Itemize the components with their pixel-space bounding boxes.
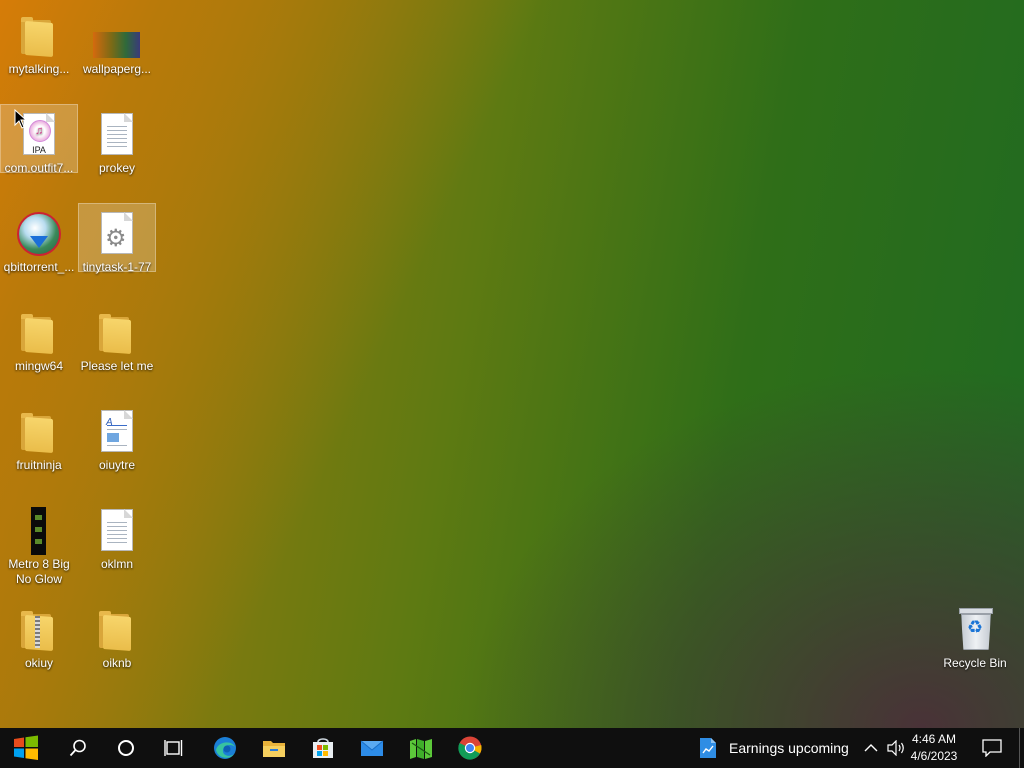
icon-label: fruitninja [16,458,62,472]
desktop-icon-com-outfit7[interactable]: ♫ IPA com.outfit7... [0,104,78,175]
ipa-badge-text: IPA [32,145,46,155]
volume-button[interactable] [883,728,907,768]
installer-icon [15,210,63,258]
desktop-icon-oiuytre[interactable]: A oiuytre [79,402,155,473]
desktop-icon-recycle-bin[interactable]: ♻ Recycle Bin [937,600,1013,671]
taskbar-app-chrome[interactable] [446,728,494,768]
taskbar-app-file-explorer[interactable] [250,728,298,768]
search-button[interactable] [54,728,102,768]
taskbar-app-store[interactable] [299,728,347,768]
icon-label: Recycle Bin [943,656,1007,670]
folder-icon [93,606,141,654]
desktop-icon-qbittorrent[interactable]: qbittorrent_... [1,204,77,275]
speaker-icon [887,740,904,756]
news-widget[interactable]: Earnings upcoming [694,728,854,768]
folder-icon [15,12,63,60]
desktop-icon-prokey[interactable]: prokey [79,105,155,176]
zip-folder-icon [15,606,63,654]
clock-date: 4/6/2023 [910,749,958,763]
desktop-icon-please-let-me[interactable]: ​Please let me [79,303,155,374]
icon-label: oiknb [102,656,132,670]
taskbar-app-green[interactable] [397,728,445,768]
task-view-button[interactable] [150,728,198,768]
clock-time: 4:46 AM [911,732,957,746]
windows-logo-icon [14,735,38,760]
text-file-icon [93,507,141,555]
desktop-icon-oklmn[interactable]: oklmn [79,501,155,572]
desktop[interactable]: mytalking... wallpaperg... ♫ IPA com.out… [0,0,1024,728]
icon-label: prokey [98,161,136,175]
icon-label: qbittorrent_... [3,260,75,274]
desktop-icon-mingw64[interactable]: mingw64 [1,303,77,374]
icon-label: mingw64 [14,359,64,373]
chrome-icon [458,736,482,760]
icon-label: ​Please let me [80,359,154,373]
text-file-icon [93,111,141,159]
icon-label: com.outfit7... [4,161,74,175]
chevron-up-icon [864,744,878,752]
icon-label: oklmn [100,557,133,571]
show-desktop-button[interactable] [1019,728,1024,768]
cortana-button[interactable] [102,728,150,768]
theme-file-icon [15,507,63,555]
file-explorer-icon [263,741,285,757]
start-button[interactable] [2,728,50,768]
icon-label: wallpaperg... [82,62,152,76]
icon-label: oiuytre [98,458,136,472]
image-file-icon [93,12,141,60]
taskbar-app-edge[interactable] [201,728,249,768]
settings-file-icon: ⚙ [93,210,141,258]
folder-icon [15,408,63,456]
taskbar: Earnings upcoming 4:46 AM 4/6/2023 [0,728,1024,768]
recycle-bin-icon: ♻ [951,606,999,654]
mail-icon [360,740,384,756]
icon-label: okiuy [24,656,53,670]
desktop-icon-okiuy[interactable]: okiuy [1,600,77,671]
desktop-icon-tinytask[interactable]: ⚙ tinytask-1-77 [78,203,156,274]
desktop-icon-mytalking[interactable]: mytalking... [1,6,77,77]
icon-label: Metro 8 Big No Glow [8,557,70,586]
icon-label: mytalking... [8,62,70,76]
desktop-icon-wallpaperg[interactable]: wallpaperg... [79,6,155,77]
clock[interactable]: 4:46 AM 4/6/2023 [906,731,962,765]
task-view-icon [164,740,183,756]
desktop-icon-oiknb[interactable]: oiknb [79,600,155,671]
notification-icon [982,739,1002,757]
icon-label: tinytask-1-77 [82,260,152,274]
widget-text: Earnings upcoming [729,740,849,756]
word-document-icon: A [93,408,141,456]
microsoft-store-icon [313,738,333,758]
action-center-button[interactable] [972,728,1012,768]
folder-icon [93,309,141,357]
folder-icon [15,309,63,357]
desktop-icon-fruitninja[interactable]: fruitninja [1,402,77,473]
cortana-icon [118,740,134,756]
desktop-icon-metro8[interactable]: Metro 8 Big No Glow [1,501,77,587]
stock-news-icon [700,738,716,758]
edge-icon [214,737,236,759]
mouse-cursor-icon [14,109,28,129]
show-hidden-icons-button[interactable] [862,728,880,768]
green-app-icon [410,739,432,759]
search-icon [69,739,86,757]
taskbar-app-mail[interactable] [348,728,396,768]
